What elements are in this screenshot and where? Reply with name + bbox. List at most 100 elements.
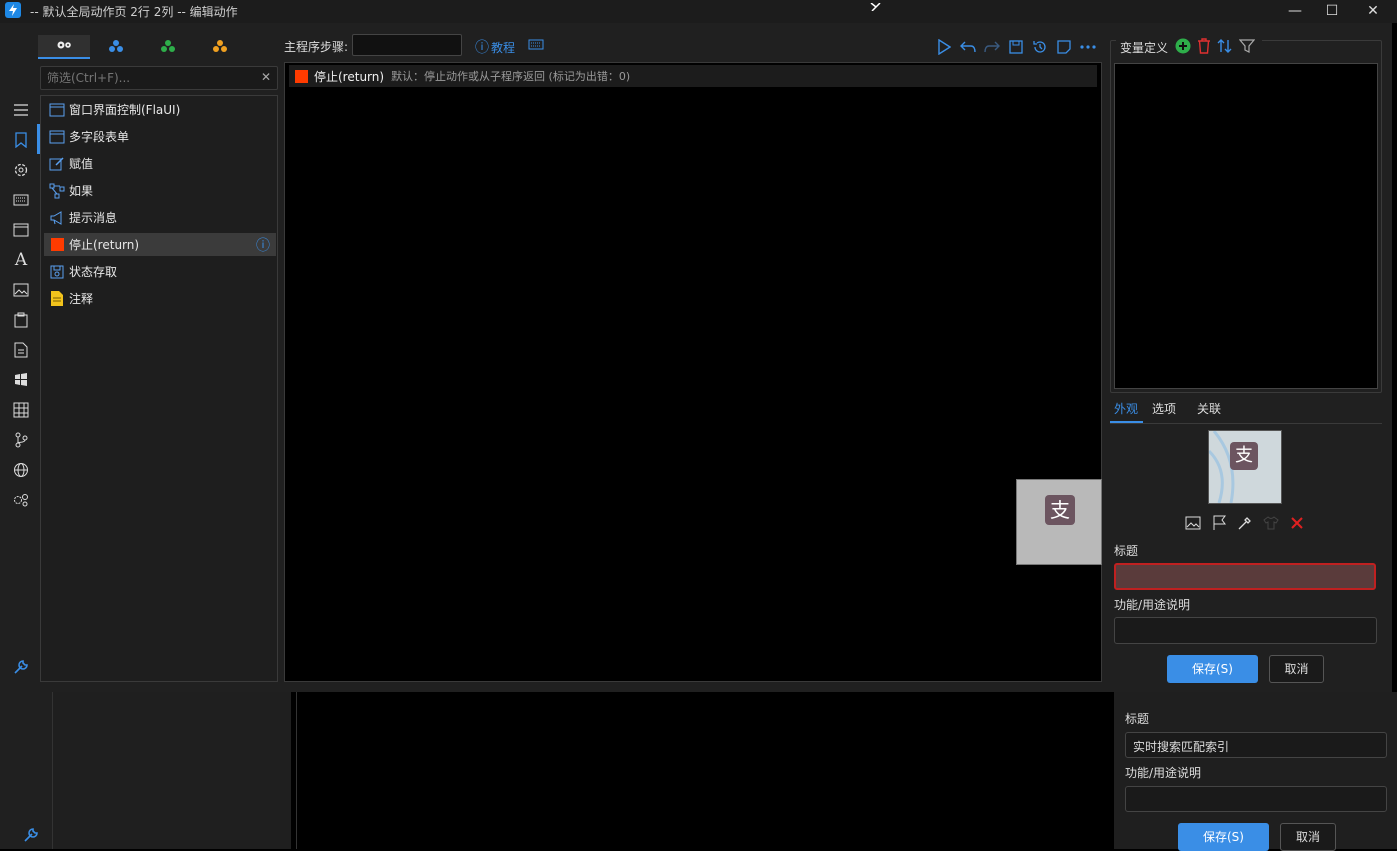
document-icon[interactable] [10, 339, 32, 361]
step-row[interactable]: 停止(return) 默认：停止动作或从子程序返回 (标记为出错：0) [289, 65, 1097, 87]
tab-relations[interactable]: 关联 [1197, 400, 1221, 417]
title-label: 标题 [1114, 544, 1139, 558]
note-icon[interactable] [1055, 38, 1073, 56]
tab-appearance[interactable]: 外观 [1114, 400, 1138, 417]
bg-title-input[interactable]: 实时搜索匹配索引 [1125, 732, 1387, 758]
save-button[interactable]: 保存(S) [1167, 655, 1258, 683]
wrench-icon[interactable] [10, 656, 32, 678]
more-icon[interactable] [1079, 38, 1097, 56]
bg-cancel-button[interactable]: 取消 [1280, 823, 1336, 851]
eyedropper-icon[interactable] [1236, 514, 1254, 532]
list-item-label: 如果 [69, 184, 94, 198]
filter-box: ✕ [40, 66, 278, 90]
window-icon[interactable] [10, 219, 32, 241]
preview-tools [1184, 514, 1306, 532]
cancel-button[interactable]: 取消 [1269, 655, 1324, 683]
bg-main-area [296, 692, 1115, 849]
delete-icon[interactable] [1197, 37, 1211, 57]
variable-list [1114, 63, 1378, 389]
description-input[interactable] [1114, 617, 1377, 644]
tab-cluster-blue[interactable] [90, 35, 142, 59]
redo-icon[interactable] [983, 38, 1001, 56]
tab-options[interactable]: 选项 [1152, 400, 1176, 417]
image-icon[interactable] [10, 279, 32, 301]
grid-icon[interactable] [10, 399, 32, 421]
title-input[interactable] [1114, 563, 1376, 590]
step-toolbar: 主程序步骤: ⓘ 教程 [284, 34, 1104, 58]
bookmark-icon[interactable] [10, 129, 32, 151]
save-icon[interactable] [1007, 38, 1025, 56]
cluster-orange-icon [212, 39, 228, 56]
keyboard-icon[interactable] [10, 189, 32, 211]
list-item[interactable]: 如果 [44, 179, 276, 202]
icon-preview[interactable]: 支 [1208, 430, 1282, 504]
left-icon-bar: A [0, 94, 40, 692]
description-label: 功能/用途说明 [1114, 598, 1191, 612]
undo-icon[interactable] [959, 38, 977, 56]
save-icon [49, 264, 65, 280]
flag-icon[interactable] [1210, 514, 1228, 532]
windows-icon[interactable] [10, 369, 32, 391]
cluster-green-icon [160, 39, 176, 56]
tab-cluster-orange[interactable] [194, 35, 246, 59]
tutorial-label: 教程 [491, 40, 516, 55]
list-item[interactable]: 窗口界面控制(FlaUI) [44, 98, 276, 121]
shirt-icon[interactable] [1262, 514, 1280, 532]
git-branch-icon[interactable] [10, 429, 32, 451]
list-item-label: 注释 [69, 292, 94, 306]
bg-desc-input[interactable] [1125, 786, 1387, 812]
sort-icon[interactable] [1217, 38, 1233, 57]
tutorial-link[interactable]: ⓘ 教程 [475, 37, 515, 57]
cursor-icon [870, 0, 882, 14]
close-button[interactable]: ✕ [1353, 0, 1393, 23]
list-item-label: 赋值 [69, 157, 94, 171]
history-icon[interactable] [1031, 38, 1049, 56]
remove-icon[interactable] [1288, 514, 1306, 532]
list-item-label: 停止(return) [69, 238, 140, 252]
step-list-area: 停止(return) 默认：停止动作或从子程序返回 (标记为出错：0) [284, 62, 1102, 682]
image-icon[interactable] [1184, 514, 1202, 532]
branch-icon [49, 183, 65, 199]
list-item-selected[interactable]: 停止(return) ⓘ [44, 233, 276, 256]
settings-icon[interactable] [10, 159, 32, 181]
bg-save-button[interactable]: 保存(S) [1178, 823, 1269, 851]
drag-preview-image: 支 [1016, 479, 1102, 565]
text-icon[interactable]: A [10, 249, 32, 271]
steps-label: 主程序步骤: [284, 40, 349, 54]
maximize-button[interactable]: ☐ [1312, 0, 1352, 23]
list-item-label: 多字段表单 [69, 130, 130, 144]
bg-title-label: 标题 [1125, 712, 1150, 726]
action-list: 窗口界面控制(FlaUI) 多字段表单 赋值 如果 提示消息 停止(return… [40, 95, 278, 682]
filter-input[interactable] [47, 69, 247, 87]
list-item[interactable]: 状态存取 [44, 260, 276, 283]
minimize-button[interactable]: — [1275, 0, 1315, 23]
window-title: -- 默认全局动作页 2行 2列 -- 编辑动作 [30, 5, 238, 19]
window-icon [49, 102, 65, 118]
add-icon[interactable] [1175, 38, 1191, 57]
category-tabs [38, 35, 278, 59]
divider [1110, 423, 1382, 424]
clipboard-icon[interactable] [10, 309, 32, 331]
clear-filter-icon[interactable]: ✕ [261, 70, 271, 84]
list-item[interactable]: 注释 [44, 287, 276, 310]
steps-input[interactable] [352, 34, 462, 56]
bg-wrench-icon[interactable] [22, 826, 40, 847]
tab-gears[interactable] [38, 35, 90, 59]
note-icon [49, 291, 65, 307]
tab-cluster-green[interactable] [142, 35, 194, 59]
keyboard-icon[interactable] [528, 39, 544, 53]
info-icon[interactable]: ⓘ [256, 235, 270, 255]
step-description: 默认：停止动作或从子程序返回 (标记为出错：0) [391, 70, 631, 83]
globe-icon[interactable] [10, 459, 32, 481]
list-item[interactable]: 提示消息 [44, 206, 276, 229]
list-item[interactable]: 赋值 [44, 152, 276, 175]
cluster-blue-icon [108, 39, 124, 56]
menu-icon[interactable] [10, 99, 32, 121]
stop-icon [49, 237, 65, 253]
list-item[interactable]: 多字段表单 [44, 125, 276, 148]
play-icon[interactable] [935, 38, 953, 56]
gears-icon [56, 39, 72, 54]
stop-icon [295, 69, 308, 83]
filter-icon[interactable] [1238, 38, 1256, 57]
gears-icon[interactable] [10, 489, 32, 511]
